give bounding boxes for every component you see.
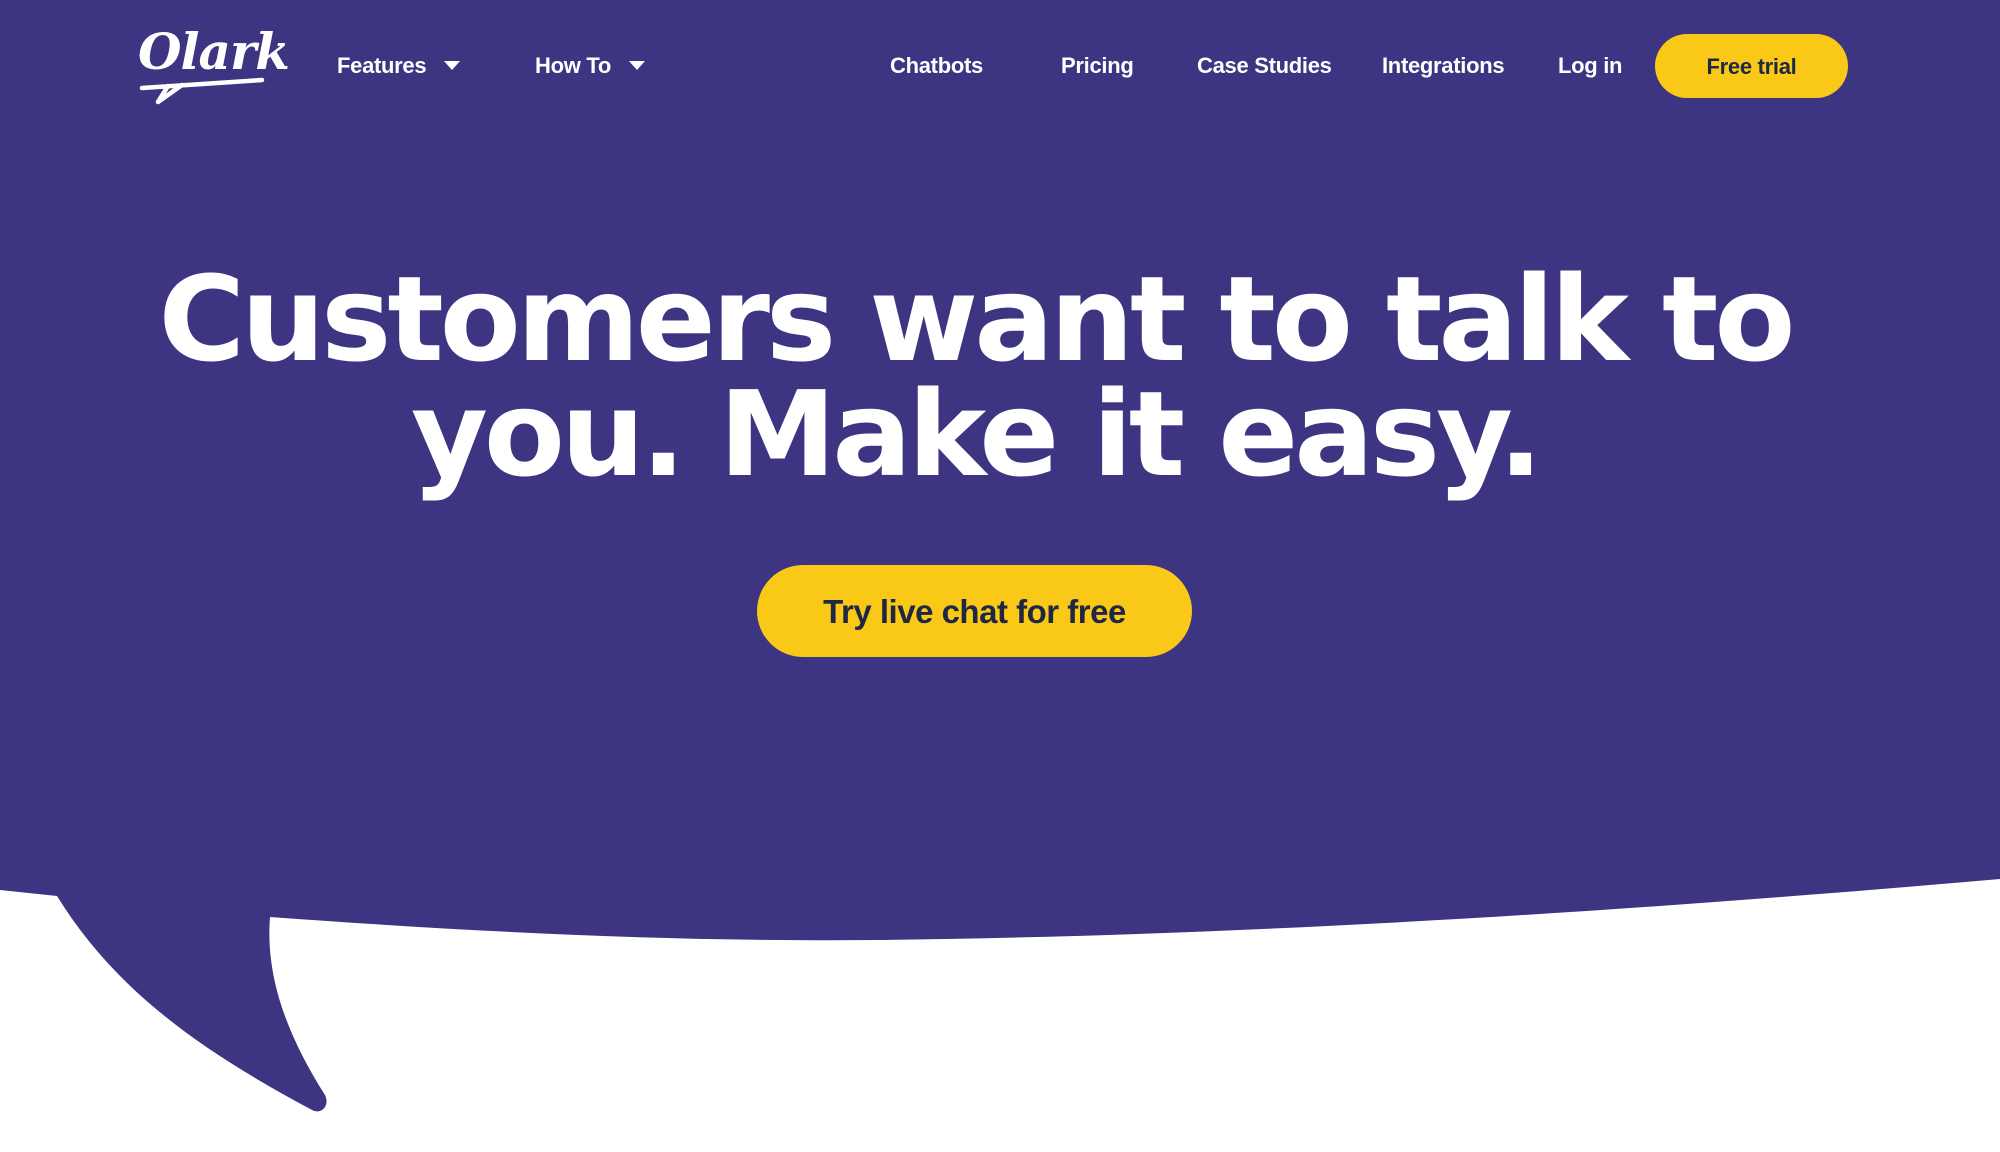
nav-features-dropdown[interactable]: Features bbox=[337, 48, 461, 84]
hero-headline: Customers want to talk to you. Make it e… bbox=[0, 250, 1950, 503]
olark-logo[interactable]: Olark bbox=[138, 22, 290, 107]
nav-chatbots-link[interactable]: Chatbots bbox=[890, 48, 983, 84]
free-trial-button[interactable]: Free trial bbox=[1655, 34, 1848, 98]
hero-headline-line-1: Customers want to talk to bbox=[158, 250, 1795, 388]
top-navigation: Olark Features How To Chatbots Pricing C… bbox=[0, 0, 2000, 130]
nav-features-label: Features bbox=[337, 53, 427, 78]
caret-down-icon bbox=[629, 60, 645, 70]
nav-how-to-label: How To bbox=[535, 53, 611, 78]
speech-bubble-shape bbox=[0, 0, 2000, 1112]
nav-integrations-link[interactable]: Integrations bbox=[1382, 48, 1505, 84]
nav-case-studies-link[interactable]: Case Studies bbox=[1197, 48, 1332, 84]
caret-down-icon bbox=[444, 60, 461, 70]
logo-speech-underline-icon bbox=[139, 77, 265, 105]
nav-login-link[interactable]: Log in bbox=[1558, 48, 1622, 84]
try-live-chat-button[interactable]: Try live chat for free bbox=[757, 565, 1192, 657]
nav-how-to-dropdown[interactable]: How To bbox=[535, 48, 645, 84]
nav-pricing-link[interactable]: Pricing bbox=[1061, 48, 1134, 84]
hero-headline-line-2: you. Make it easy. bbox=[410, 365, 1543, 503]
